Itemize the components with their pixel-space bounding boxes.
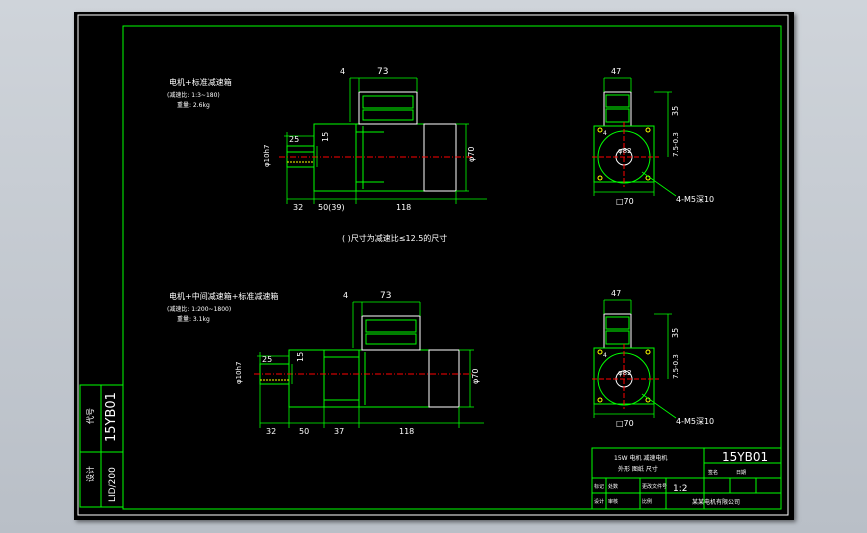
bottom-view-motor — [254, 315, 474, 408]
title-block-company: 某某电机有限公司 — [692, 498, 740, 506]
side-bottom-dim-47: 47 — [611, 289, 621, 298]
bottom-dim-4: 4 — [343, 291, 348, 300]
side-view-bottom — [592, 313, 659, 409]
title-block-scale: 1:2 — [673, 484, 687, 494]
bottom-view-dimensions — [257, 301, 484, 428]
top-dim-73: 73 — [377, 67, 388, 77]
side-top-dim-47: 47 — [611, 67, 621, 76]
title-block-label-1: 处数 — [608, 483, 618, 490]
side-top-dim-4: 4 — [603, 130, 607, 137]
bottom-dim-32: 32 — [266, 427, 276, 436]
title-block-label-0: 标记 — [594, 483, 604, 490]
side-view-top — [592, 91, 659, 187]
cad-drawing-svg: 15YB01 LID/200 代号 设计 电机+标准减速箱 (减速比: 1:3~… — [77, 14, 789, 516]
top-dim-50-39: 50(39) — [318, 203, 345, 212]
left-strip-code: 15YB01 — [104, 392, 119, 442]
side-top-dim-35: 35 — [671, 106, 680, 116]
top-dim-shaft-dia: φ10h7 — [263, 145, 271, 167]
bracket-note: ( )尺寸为减速比≤12.5的尺寸 — [342, 233, 447, 243]
side-bottom-dim-4: 4 — [603, 352, 607, 359]
cad-viewport[interactable]: 15YB01 LID/200 代号 设计 电机+标准减速箱 (减速比: 1:3~… — [0, 0, 867, 533]
top-dim-118: 118 — [396, 203, 411, 212]
top-view-weight-note: 重量: 2.6kg — [177, 101, 210, 109]
side-bottom-dim-70: □70 — [616, 419, 634, 428]
title-block-label-4: 日期 — [736, 470, 746, 476]
left-strip-label1: 代号 — [85, 408, 95, 424]
side-top-dim-70: □70 — [616, 197, 634, 206]
title-block-desc2: 外形 图纸 尺寸 — [618, 465, 658, 473]
title-block-label-3: 签名 — [708, 469, 718, 476]
side-top-dim-82: φ82 — [618, 147, 632, 155]
title-block-label-2: 更改文件号 — [642, 483, 667, 490]
top-dim-4: 4 — [340, 67, 345, 76]
top-dim-dia70: φ70 — [467, 147, 476, 162]
title-block-label-5: 设计 — [594, 498, 604, 505]
side-top-dim-75: 7.5-0.3 — [672, 132, 680, 157]
side-bottom-bolt-note: 4-M5深10 — [676, 417, 714, 426]
inner-border — [122, 25, 782, 510]
side-bottom-dim-82: φ82 — [618, 369, 632, 377]
top-view-ratio-note: (减速比: 1:3~180) — [167, 91, 220, 99]
side-top-bolt-note: 4-M5深10 — [676, 195, 714, 204]
bottom-dim-25: 25 — [262, 355, 272, 364]
side-bottom-dim-35: 35 — [671, 328, 680, 338]
bottom-view-title: 电机+中间减速箱+标准减速箱 — [169, 291, 278, 301]
top-dim-15: 15 — [321, 132, 330, 142]
bottom-dim-shaft-dia: φ10h7 — [235, 362, 243, 384]
bottom-dim-118: 118 — [399, 427, 414, 436]
title-block-code: 15YB01 — [722, 450, 768, 464]
left-strip-label2: 设计 — [85, 466, 95, 482]
title-block-desc1: 15W 电机 减速电机 — [614, 454, 667, 462]
top-dim-25: 25 — [289, 135, 299, 144]
top-view-title: 电机+标准减速箱 — [169, 77, 232, 87]
bottom-dim-73: 73 — [380, 291, 391, 301]
top-view-motor — [279, 91, 474, 192]
bottom-dim-dia70: φ70 — [471, 369, 480, 384]
bottom-dim-50: 50 — [299, 427, 309, 436]
bottom-view-ratio-note: (减速比: 1:200~1800) — [167, 305, 231, 313]
left-strip-doc-code: LID/200 — [108, 467, 118, 502]
title-block-label-6: 审核 — [608, 498, 618, 505]
drawing-sheet[interactable]: 15YB01 LID/200 代号 设计 电机+标准减速箱 (减速比: 1:3~… — [74, 12, 794, 520]
bottom-dim-37: 37 — [334, 427, 344, 436]
side-bottom-dim-75: 7.5-0.3 — [672, 354, 680, 379]
title-block-label-7: 比例 — [642, 498, 652, 505]
top-dim-32: 32 — [293, 203, 303, 212]
outer-border — [77, 14, 789, 516]
bottom-view-weight-note: 重量: 3.1kg — [177, 315, 210, 323]
bottom-dim-15: 15 — [296, 352, 305, 362]
